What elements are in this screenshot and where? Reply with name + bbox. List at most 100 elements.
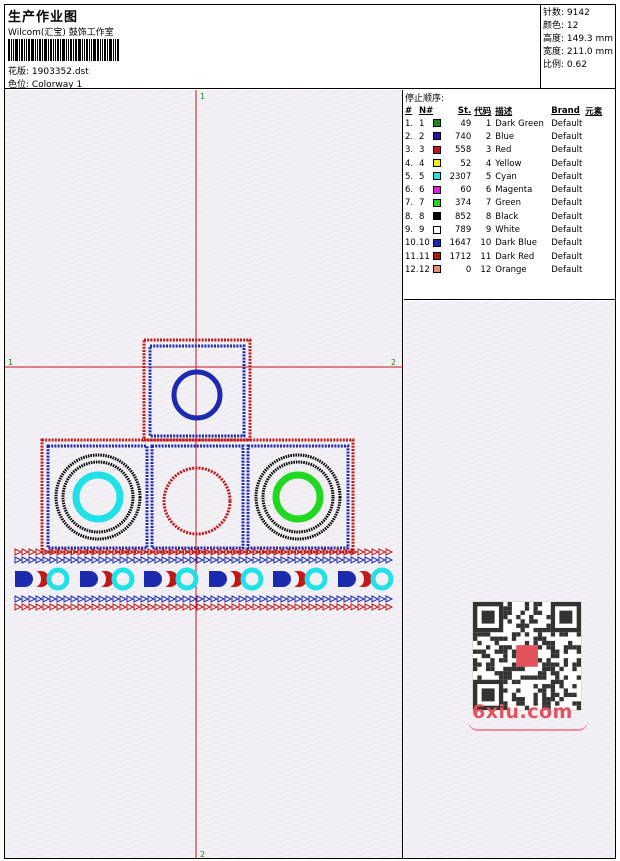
row-needle: 8 [419, 211, 425, 222]
border-triangle [350, 603, 359, 611]
border-triangle [336, 556, 345, 564]
qr-module [524, 602, 530, 607]
barcode-bar [60, 39, 61, 61]
qr-module [576, 649, 581, 654]
qr-module [568, 692, 573, 698]
stop-row: 8. 8 852 8 Black Default [405, 210, 609, 223]
border-triangle [126, 595, 135, 603]
border-triangle [371, 603, 380, 611]
row-stitches: 0 [465, 264, 472, 275]
qr-module [485, 632, 491, 637]
border-triangle [294, 556, 303, 564]
border-triangle [364, 603, 373, 611]
qr-module [550, 679, 556, 685]
row-element [585, 183, 609, 196]
qr-module [533, 692, 538, 698]
border-triangle [147, 595, 156, 603]
border-triangle [49, 595, 58, 603]
row-index: 4. [405, 158, 414, 169]
outline-stitches [40, 338, 355, 554]
border-triangle [322, 603, 331, 611]
stop-row: 9. 9 789 9 White Default [405, 223, 609, 236]
stop-row: 3. 3 558 3 Red Default [405, 144, 609, 157]
barcode-bar [89, 39, 90, 61]
border-triangle [112, 595, 121, 603]
qr-module [473, 666, 478, 672]
qr-module [537, 636, 543, 641]
qr-module [542, 666, 547, 672]
qr-module [477, 640, 482, 646]
border-triangle [168, 595, 177, 603]
border-triangle [371, 595, 380, 603]
qr-module [503, 645, 508, 650]
border-triangle [105, 603, 114, 611]
border-triangle [315, 556, 324, 564]
qr-module [546, 666, 551, 672]
border-triangle [203, 603, 212, 611]
border-triangle [98, 603, 107, 611]
barcode [8, 39, 144, 61]
qr-module [490, 662, 495, 667]
row-code: 5 [485, 171, 492, 182]
qr-module [485, 666, 491, 672]
barcode-bar [53, 39, 54, 61]
row-element [585, 197, 609, 210]
barcode-bar [113, 39, 114, 61]
stop-row: 7. 7 374 7 Green Default [405, 197, 609, 210]
row-swatch [433, 183, 447, 196]
border-triangle [70, 595, 79, 603]
qr-module [533, 675, 538, 680]
row-brand: Default [551, 118, 583, 129]
border-triangle [378, 603, 387, 611]
color-swatch [433, 225, 442, 234]
row-swatch [433, 210, 447, 223]
row-index: 11. [405, 251, 419, 262]
barcode-bar [109, 39, 112, 61]
border-triangle [161, 603, 170, 611]
stop-row: 10. 10 1647 10 Dark Blue Default [405, 237, 609, 250]
right-ring-outer [254, 453, 342, 541]
stop-row: 1. 1 49 1 Dark Green Default [405, 117, 609, 130]
color-swatch [433, 265, 442, 274]
border-triangle [154, 603, 163, 611]
border-triangle [385, 556, 394, 564]
qr-module [576, 705, 581, 710]
barcode-bar [100, 39, 101, 61]
qr-module [511, 632, 517, 637]
qr-module [542, 684, 547, 689]
border-triangle [154, 556, 163, 564]
watermark-logo: 6xiu.com [472, 701, 573, 723]
qr-module [516, 614, 521, 620]
border-triangle [329, 556, 338, 564]
border-triangle [231, 595, 240, 603]
qr-module [576, 662, 581, 667]
qr-module [511, 662, 517, 667]
border-triangle [231, 556, 240, 564]
row-index: 7. [405, 198, 414, 209]
qr-module [507, 602, 512, 607]
stop-row: 12. 12 0 12 Orange Default [405, 263, 609, 276]
bead-blue [209, 571, 227, 587]
row-swatch [433, 237, 447, 250]
qr-module [563, 658, 569, 663]
border-triangle [42, 595, 51, 603]
border-triangle [14, 603, 23, 611]
border-triangle [35, 603, 44, 611]
border-triangle [350, 556, 359, 564]
row-stitches: 60 [460, 185, 472, 196]
qr-module [477, 662, 482, 667]
border-triangle [77, 603, 86, 611]
border-triangle [273, 595, 282, 603]
border-triangle [357, 548, 366, 556]
design-preview: 1 2 1 2 [5, 90, 403, 858]
border-triangle [91, 603, 100, 611]
row-code: 10 [480, 238, 492, 249]
design-file: 花版: 1903352.dst [8, 67, 89, 77]
sheet-title: 生产作业图 [8, 10, 79, 25]
border-triangle [357, 556, 366, 564]
border-triangle [133, 556, 142, 564]
color-swatch [433, 185, 442, 194]
border-triangle [315, 603, 324, 611]
row-element [585, 237, 609, 250]
qr-module [533, 610, 538, 615]
